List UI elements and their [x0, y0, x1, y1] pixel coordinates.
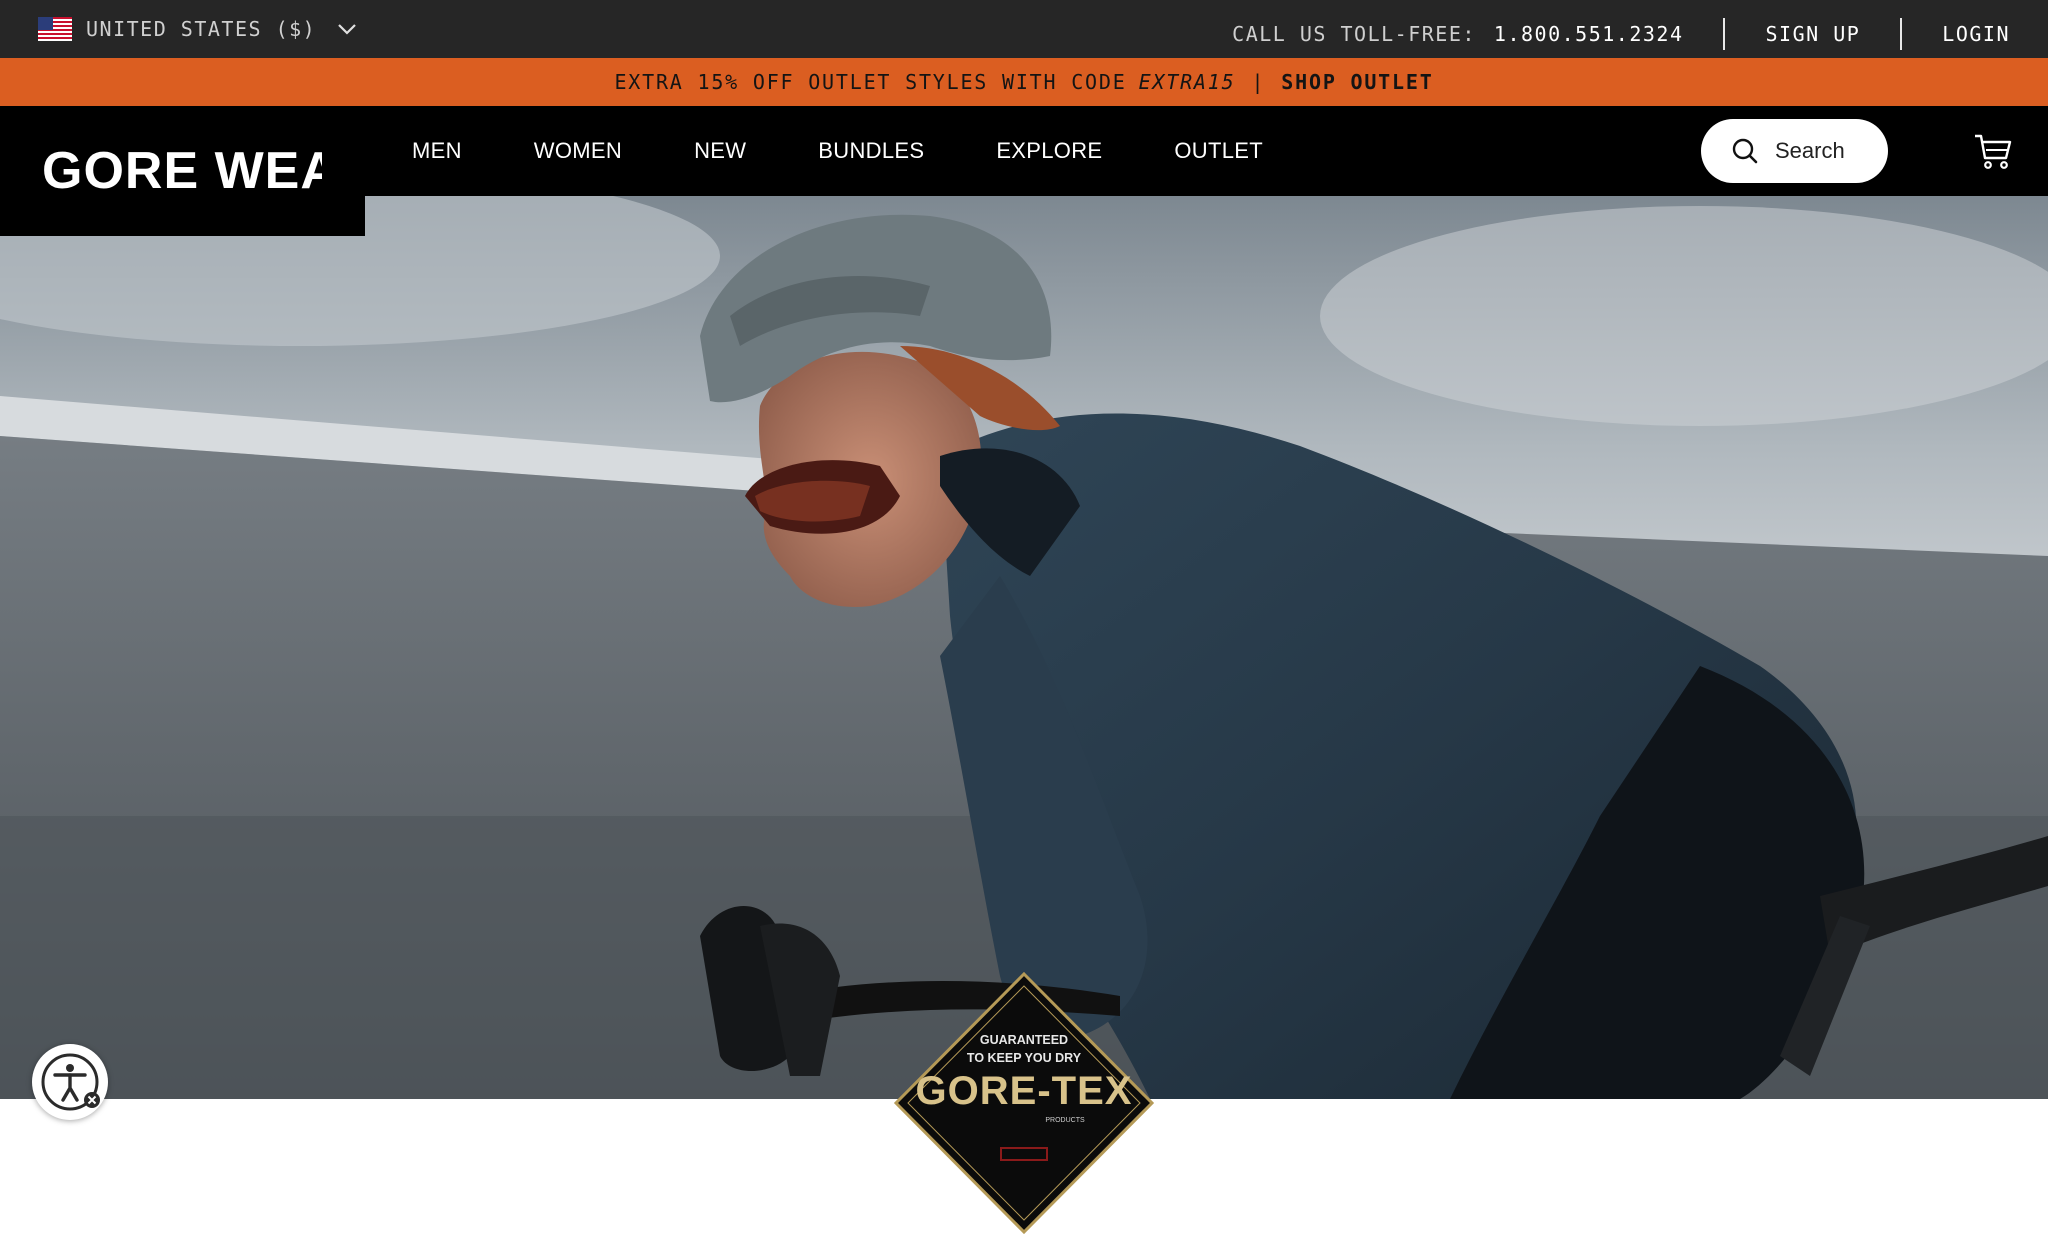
logo-block[interactable]: GORE WEAR: [0, 106, 376, 236]
divider: [1900, 18, 1903, 50]
utility-bar: UNITED STATES ($) CALL US TOLL-FREE: 1.8…: [0, 0, 2048, 58]
badge-brand: GORE-TEX: [916, 1069, 1133, 1113]
hero-image[interactable]: [0, 196, 2048, 1099]
sign-up-link[interactable]: SIGN UP: [1765, 22, 1860, 46]
accessibility-icon: [41, 1053, 100, 1111]
badge-sub: PRODUCTS: [1045, 1117, 1085, 1124]
nav-item-bundles[interactable]: BUNDLES: [818, 138, 924, 164]
utility-links: CALL US TOLL-FREE: 1.800.551.2324 SIGN U…: [1232, 18, 2010, 50]
badge-line1: GUARANTEED: [980, 1033, 1068, 1047]
accessibility-button[interactable]: [32, 1044, 108, 1120]
nav-item-men[interactable]: MEN: [412, 138, 462, 164]
nav-item-outlet[interactable]: OUTLET: [1174, 138, 1263, 164]
badge-line2: TO KEEP YOU DRY: [967, 1051, 1082, 1065]
promo-code: EXTRA15: [1138, 70, 1236, 94]
search-label: Search: [1775, 138, 1845, 163]
logo-text: GORE WEAR: [42, 144, 322, 196]
login-link[interactable]: LOGIN: [1942, 22, 2010, 46]
hero-illustration: [0, 196, 2048, 1099]
call-label: CALL US TOLL-FREE:: [1232, 22, 1476, 46]
nav-item-explore[interactable]: EXPLORE: [996, 138, 1102, 164]
gorewear-logo: GORE WEAR: [42, 142, 376, 209]
region-label: UNITED STATES ($): [86, 17, 317, 41]
search-box[interactable]: Search: [1701, 119, 1888, 183]
promo-banner: EXTRA 15% OFF OUTLET STYLES WITH CODE EX…: [0, 58, 2048, 106]
promo-separator: |: [1251, 70, 1266, 94]
nav-item-new[interactable]: NEW: [694, 138, 746, 164]
us-flag-icon: [38, 17, 72, 41]
gorewear-logo-image: GORE WEAR: [42, 142, 376, 200]
shop-outlet-link[interactable]: SHOP OUTLET: [1281, 70, 1433, 94]
region-selector[interactable]: UNITED STATES ($): [38, 13, 358, 45]
nav-item-women[interactable]: WOMEN: [534, 138, 622, 164]
goretex-badge: GUARANTEED TO KEEP YOU DRY GORE-TEX PROD…: [893, 972, 1155, 1234]
divider: [1723, 18, 1726, 50]
search-icon: [1732, 138, 1758, 164]
cart-icon[interactable]: [1973, 132, 2013, 170]
chevron-down-icon: [338, 24, 356, 35]
promo-text: EXTRA 15% OFF OUTLET STYLES WITH CODE: [614, 70, 1127, 94]
nav-menu: MEN WOMEN NEW BUNDLES EXPLORE OUTLET: [412, 106, 1335, 196]
phone-number[interactable]: 1.800.551.2324: [1494, 22, 1684, 46]
